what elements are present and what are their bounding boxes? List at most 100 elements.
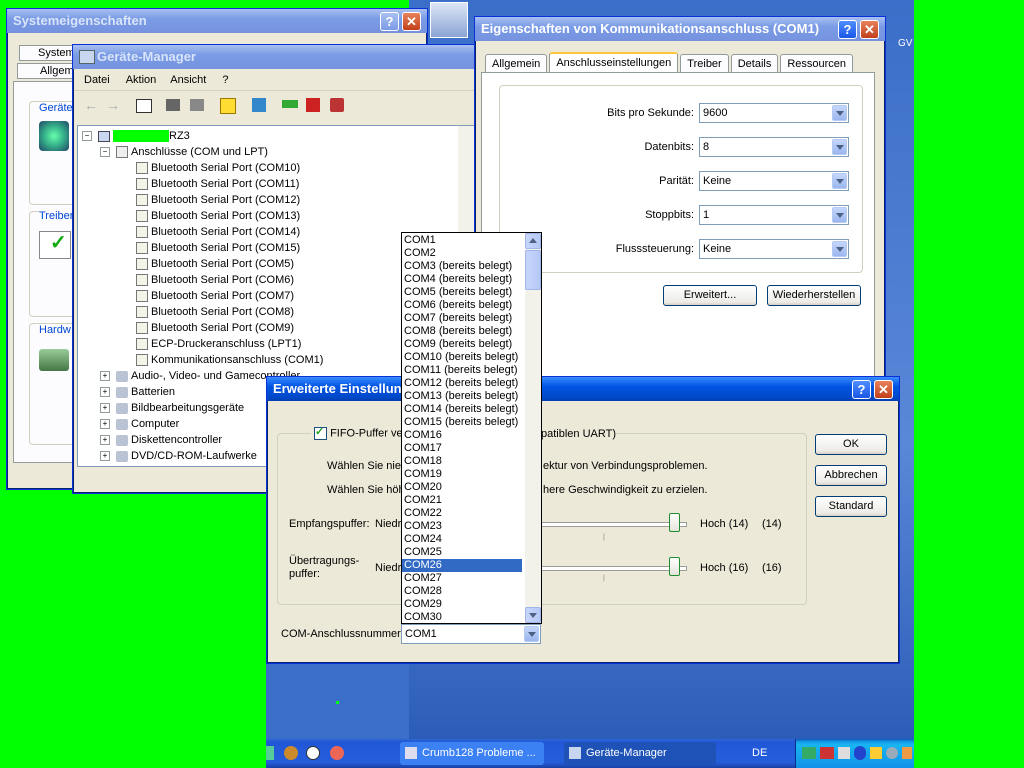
- receive-slider-track[interactable]: [541, 522, 687, 527]
- dropdown-option[interactable]: COM1: [402, 234, 522, 247]
- dropdown-option[interactable]: COM30: [402, 611, 522, 623]
- network-icon[interactable]: [820, 747, 834, 759]
- ok-button[interactable]: OK: [815, 434, 887, 455]
- expand-icon[interactable]: +: [100, 387, 110, 397]
- expand-icon[interactable]: +: [100, 435, 110, 445]
- system-properties-titlebar[interactable]: Systemeigenschaften: [7, 9, 427, 33]
- tray-icon[interactable]: [870, 747, 882, 759]
- close-button[interactable]: ✕: [402, 12, 421, 31]
- chevron-down-icon[interactable]: [832, 241, 847, 257]
- com-number-select[interactable]: COM1: [401, 624, 541, 644]
- tree-category-ports[interactable]: − Anschlüsse (COM und LPT): [100, 144, 268, 160]
- speaker-icon[interactable]: [838, 747, 850, 759]
- field-select[interactable]: Keine: [699, 171, 849, 191]
- show-hide-tree-icon[interactable]: [136, 99, 152, 113]
- tree-item-port[interactable]: Bluetooth Serial Port (COM7): [136, 288, 294, 304]
- dropdown-option[interactable]: COM10 (bereits belegt): [402, 351, 522, 364]
- menu-help[interactable]: ?: [214, 70, 236, 90]
- forward-arrow-icon[interactable]: →: [106, 97, 120, 113]
- menu-action[interactable]: Aktion: [120, 70, 163, 90]
- scroll-up-icon[interactable]: [525, 233, 541, 249]
- tab-details[interactable]: Details: [730, 54, 779, 74]
- transmit-slider-thumb[interactable]: [669, 557, 680, 576]
- dropdown-option[interactable]: COM16: [402, 429, 522, 442]
- receive-slider-thumb[interactable]: [669, 513, 680, 532]
- quicklaunch-icon[interactable]: [284, 746, 298, 760]
- desktop-icon[interactable]: [430, 2, 468, 38]
- fifo-checkbox[interactable]: [314, 425, 327, 440]
- tree-category[interactable]: + Batterien: [100, 384, 175, 400]
- close-button[interactable]: ✕: [874, 380, 893, 399]
- restore-defaults-button[interactable]: Wiederherstellen: [767, 285, 861, 306]
- field-select[interactable]: 9600: [699, 103, 849, 123]
- tree-item-port[interactable]: Bluetooth Serial Port (COM9): [136, 320, 294, 336]
- dropdown-option[interactable]: COM13 (bereits belegt): [402, 390, 522, 403]
- dropdown-option[interactable]: COM25: [402, 546, 522, 559]
- tree-item-port[interactable]: ECP-Druckeranschluss (LPT1): [136, 336, 301, 352]
- dropdown-option[interactable]: COM19: [402, 468, 522, 481]
- device-manager-titlebar[interactable]: Geräte-Manager: [73, 45, 475, 69]
- taskbar-button-crumb[interactable]: Crumb128 Probleme ...: [400, 742, 544, 765]
- tree-item-port[interactable]: Bluetooth Serial Port (COM13): [136, 208, 300, 224]
- tab-system[interactable]: System: [19, 45, 79, 61]
- media-player-icon[interactable]: [306, 746, 320, 760]
- tree-item-port[interactable]: Bluetooth Serial Port (COM6): [136, 272, 294, 288]
- com-properties-titlebar[interactable]: Eigenschaften von Kommunikationsanschlus…: [475, 17, 885, 41]
- field-select[interactable]: 1: [699, 205, 849, 225]
- dropdown-option[interactable]: COM7 (bereits belegt): [402, 312, 522, 325]
- print-icon[interactable]: [190, 99, 204, 111]
- help-button[interactable]: ?: [380, 12, 399, 31]
- dropdown-option[interactable]: COM27: [402, 572, 522, 585]
- tree-root[interactable]: − RZ3: [82, 128, 190, 144]
- field-select[interactable]: 8: [699, 137, 849, 157]
- scroll-thumb[interactable]: [525, 250, 541, 290]
- advanced-settings-titlebar[interactable]: Erweiterte Einstellun: [267, 377, 899, 401]
- uninstall-icon[interactable]: [306, 98, 320, 112]
- tree-item-port[interactable]: Bluetooth Serial Port (COM5): [136, 256, 294, 272]
- chevron-down-icon[interactable]: [524, 626, 539, 642]
- tray-icon[interactable]: [902, 747, 912, 759]
- transmit-slider-track[interactable]: [541, 566, 687, 571]
- cancel-button[interactable]: Abbrechen: [815, 465, 887, 486]
- tree-category[interactable]: + DVD/CD-ROM-Laufwerke: [100, 448, 257, 464]
- tree-category[interactable]: + Diskettencontroller: [100, 432, 222, 448]
- tree-item-port[interactable]: Bluetooth Serial Port (COM10): [136, 160, 300, 176]
- dropdown-option[interactable]: COM2: [402, 247, 522, 260]
- chevron-down-icon[interactable]: [832, 105, 847, 121]
- properties-icon[interactable]: [166, 99, 180, 111]
- dropdown-option[interactable]: COM6 (bereits belegt): [402, 299, 522, 312]
- dropdown-option[interactable]: COM4 (bereits belegt): [402, 273, 522, 286]
- tab-general[interactable]: Allgemein: [485, 54, 548, 74]
- expand-icon[interactable]: +: [100, 403, 110, 413]
- dropdown-option[interactable]: COM12 (bereits belegt): [402, 377, 522, 390]
- chevron-down-icon[interactable]: [832, 139, 847, 155]
- field-select[interactable]: Keine: [699, 239, 849, 259]
- tree-category[interactable]: + Bildbearbeitungsgeräte: [100, 400, 244, 416]
- tree-item-port[interactable]: Bluetooth Serial Port (COM11): [136, 176, 299, 192]
- scan-hardware-icon[interactable]: [252, 98, 266, 112]
- tree-item-port[interactable]: Bluetooth Serial Port (COM14): [136, 224, 300, 240]
- dropdown-option[interactable]: COM15 (bereits belegt): [402, 416, 522, 429]
- expand-icon[interactable]: +: [100, 451, 110, 461]
- dropdown-option[interactable]: COM5 (bereits belegt): [402, 286, 522, 299]
- dropdown-option[interactable]: COM22: [402, 507, 522, 520]
- dropdown-option[interactable]: COM3 (bereits belegt): [402, 260, 522, 273]
- help-button[interactable]: ?: [852, 380, 871, 399]
- dropdown-option[interactable]: COM21: [402, 494, 522, 507]
- bluetooth-icon[interactable]: [854, 746, 866, 760]
- default-button[interactable]: Standard: [815, 496, 887, 517]
- dropdown-option[interactable]: COM9 (bereits belegt): [402, 338, 522, 351]
- expand-icon[interactable]: +: [100, 419, 110, 429]
- dropdown-option[interactable]: COM28: [402, 585, 522, 598]
- help-icon[interactable]: [220, 98, 236, 114]
- tab-general[interactable]: Allgem: [17, 63, 79, 79]
- dropdown-option[interactable]: COM8 (bereits belegt): [402, 325, 522, 338]
- tree-item-port[interactable]: Bluetooth Serial Port (COM15): [136, 240, 300, 256]
- dropdown-option[interactable]: COM29: [402, 598, 522, 611]
- chevron-down-icon[interactable]: [832, 173, 847, 189]
- collapse-icon[interactable]: −: [82, 131, 92, 141]
- tray-icon[interactable]: [886, 747, 898, 759]
- menu-view[interactable]: Ansicht: [162, 70, 214, 90]
- advanced-button[interactable]: Erweitert...: [663, 285, 757, 306]
- dropdown-option[interactable]: COM14 (bereits belegt): [402, 403, 522, 416]
